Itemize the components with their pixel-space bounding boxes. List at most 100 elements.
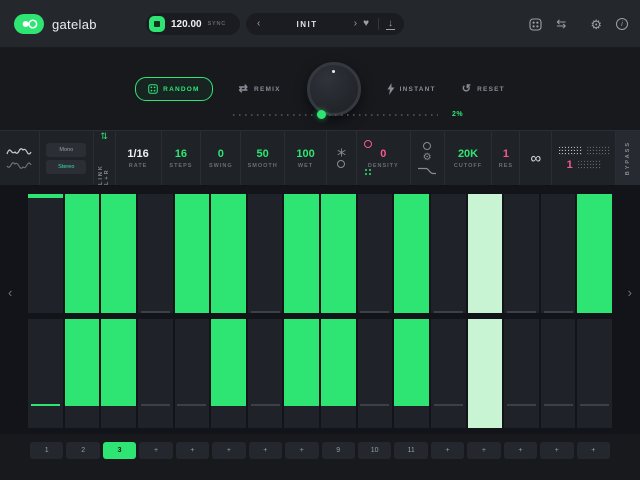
noise-swatch-2[interactable] bbox=[586, 146, 610, 156]
step-top-5[interactable] bbox=[175, 194, 210, 313]
preset-next-button[interactable]: › bbox=[351, 19, 360, 29]
step-bottom-1[interactable] bbox=[28, 319, 63, 428]
step-bottom-11[interactable] bbox=[394, 319, 429, 428]
res-value[interactable]: 1 bbox=[503, 148, 509, 160]
pattern-slot-13[interactable]: + bbox=[467, 442, 500, 459]
dice-icon[interactable] bbox=[529, 18, 542, 31]
reset-button[interactable]: ↺ RESET bbox=[462, 84, 505, 95]
random-button[interactable]: RANDOM bbox=[135, 77, 212, 101]
smooth-value[interactable]: 50 bbox=[257, 148, 269, 160]
step-bottom-10[interactable] bbox=[358, 319, 393, 428]
filter-curve-icon[interactable] bbox=[417, 166, 437, 175]
step-top-8[interactable] bbox=[284, 194, 319, 313]
pattern-slot-1[interactable]: 1 bbox=[30, 442, 63, 459]
step-bottom-15[interactable] bbox=[541, 319, 576, 428]
main-knob[interactable] bbox=[307, 62, 361, 116]
pattern-slot-7[interactable]: + bbox=[249, 442, 282, 459]
steps-value[interactable]: 16 bbox=[175, 148, 187, 160]
steps-label: STEPS bbox=[169, 163, 192, 169]
instant-button[interactable]: INSTANT bbox=[387, 83, 436, 95]
density-value[interactable]: 0 bbox=[380, 148, 386, 160]
settings-gear-icon[interactable]: ⚙ bbox=[590, 18, 602, 31]
bypass-button[interactable]: BYPASS bbox=[625, 141, 631, 175]
step-top-1[interactable] bbox=[28, 194, 63, 313]
play-stop-button[interactable] bbox=[149, 16, 165, 32]
info-icon[interactable]: i bbox=[616, 18, 628, 30]
amount-slider-handle[interactable] bbox=[317, 110, 326, 119]
preset-prev-button[interactable]: ‹ bbox=[254, 19, 263, 29]
step-top-15[interactable] bbox=[541, 194, 576, 313]
pattern-slot-9[interactable]: 9 bbox=[322, 442, 355, 459]
pattern-slot-5[interactable]: + bbox=[176, 442, 209, 459]
sync-label[interactable]: SYNC bbox=[208, 21, 226, 27]
noise-swatch-1[interactable] bbox=[558, 146, 582, 156]
pattern-slot-4[interactable]: + bbox=[139, 442, 172, 459]
density-dice-icon[interactable] bbox=[364, 168, 372, 176]
noise-swatch-3[interactable] bbox=[577, 160, 601, 170]
step-bottom-9[interactable] bbox=[321, 319, 356, 428]
step-bottom-12[interactable] bbox=[431, 319, 466, 428]
mono-button[interactable]: Mono bbox=[46, 143, 86, 157]
pattern-slot-10[interactable]: 10 bbox=[358, 442, 391, 459]
preset-name[interactable]: INIT bbox=[263, 20, 350, 29]
step-bottom-7[interactable] bbox=[248, 319, 283, 428]
step-top-4[interactable] bbox=[138, 194, 173, 313]
amount-slider[interactable] bbox=[233, 110, 438, 119]
step-bottom-13[interactable] bbox=[468, 319, 503, 428]
step-top-2[interactable] bbox=[65, 194, 100, 313]
wave-bottom-icon[interactable] bbox=[6, 160, 32, 171]
gate-floor-marker bbox=[507, 311, 536, 313]
step-top-6[interactable] bbox=[211, 194, 246, 313]
pattern-slot-6[interactable]: + bbox=[212, 442, 245, 459]
favorite-heart-icon[interactable]: ♥ bbox=[360, 19, 372, 29]
prev-page-chevron[interactable]: ‹ bbox=[8, 286, 12, 299]
step-bottom-6[interactable] bbox=[211, 319, 246, 428]
step-top-11[interactable] bbox=[394, 194, 429, 313]
circle-icon[interactable] bbox=[337, 160, 345, 168]
density-ring-icon[interactable] bbox=[364, 140, 372, 148]
pattern-slot-14[interactable]: + bbox=[504, 442, 537, 459]
step-top-3[interactable] bbox=[101, 194, 136, 313]
step-bottom-8[interactable] bbox=[284, 319, 319, 428]
wet-value[interactable]: 100 bbox=[296, 148, 314, 160]
pattern-slot-15[interactable]: + bbox=[540, 442, 573, 459]
pattern-slot-2[interactable]: 2 bbox=[66, 442, 99, 459]
pattern-slot-3[interactable]: 3 bbox=[103, 442, 136, 459]
step-bottom-14[interactable] bbox=[504, 319, 539, 428]
step-bottom-2[interactable] bbox=[65, 319, 100, 428]
filter-gear-icon[interactable]: ⚙ bbox=[423, 153, 432, 163]
gate-bar bbox=[284, 319, 319, 406]
wave-top-icon[interactable] bbox=[6, 146, 32, 157]
step-top-12[interactable] bbox=[431, 194, 466, 313]
step-top-16[interactable] bbox=[577, 194, 612, 313]
scatter-icon[interactable] bbox=[337, 148, 346, 157]
pattern-slot-11[interactable]: 11 bbox=[394, 442, 427, 459]
rate-value[interactable]: 1/16 bbox=[127, 148, 148, 160]
remix-label: REMIX bbox=[254, 86, 281, 93]
swap-arrows-icon[interactable]: ⇆ bbox=[556, 18, 566, 30]
step-bottom-3[interactable] bbox=[101, 319, 136, 428]
gate-bar bbox=[394, 319, 429, 406]
noise-value[interactable]: 1 bbox=[567, 159, 573, 171]
pattern-slot-8[interactable]: + bbox=[285, 442, 318, 459]
step-top-14[interactable] bbox=[504, 194, 539, 313]
stereo-button[interactable]: Stereo bbox=[46, 160, 86, 174]
pattern-slot-16[interactable]: + bbox=[577, 442, 610, 459]
bpm-display[interactable]: 120.00 bbox=[171, 19, 202, 30]
remix-button[interactable]: ⇄ REMIX bbox=[239, 84, 281, 95]
infinity-icon[interactable]: ∞ bbox=[530, 151, 541, 166]
step-top-9[interactable] bbox=[321, 194, 356, 313]
filter-power-icon[interactable] bbox=[423, 142, 431, 150]
step-top-10[interactable] bbox=[358, 194, 393, 313]
next-page-chevron[interactable]: › bbox=[628, 286, 632, 299]
swing-value[interactable]: 0 bbox=[218, 148, 224, 160]
pattern-slot-12[interactable]: + bbox=[431, 442, 464, 459]
step-bottom-16[interactable] bbox=[577, 319, 612, 428]
link-arrows-icon[interactable]: ⇅ bbox=[100, 131, 108, 142]
step-top-13[interactable] bbox=[468, 194, 503, 313]
save-download-icon[interactable]: ↓ bbox=[385, 19, 396, 29]
step-top-7[interactable] bbox=[248, 194, 283, 313]
cutoff-value[interactable]: 20K bbox=[458, 148, 478, 160]
step-bottom-5[interactable] bbox=[175, 319, 210, 428]
step-bottom-4[interactable] bbox=[138, 319, 173, 428]
